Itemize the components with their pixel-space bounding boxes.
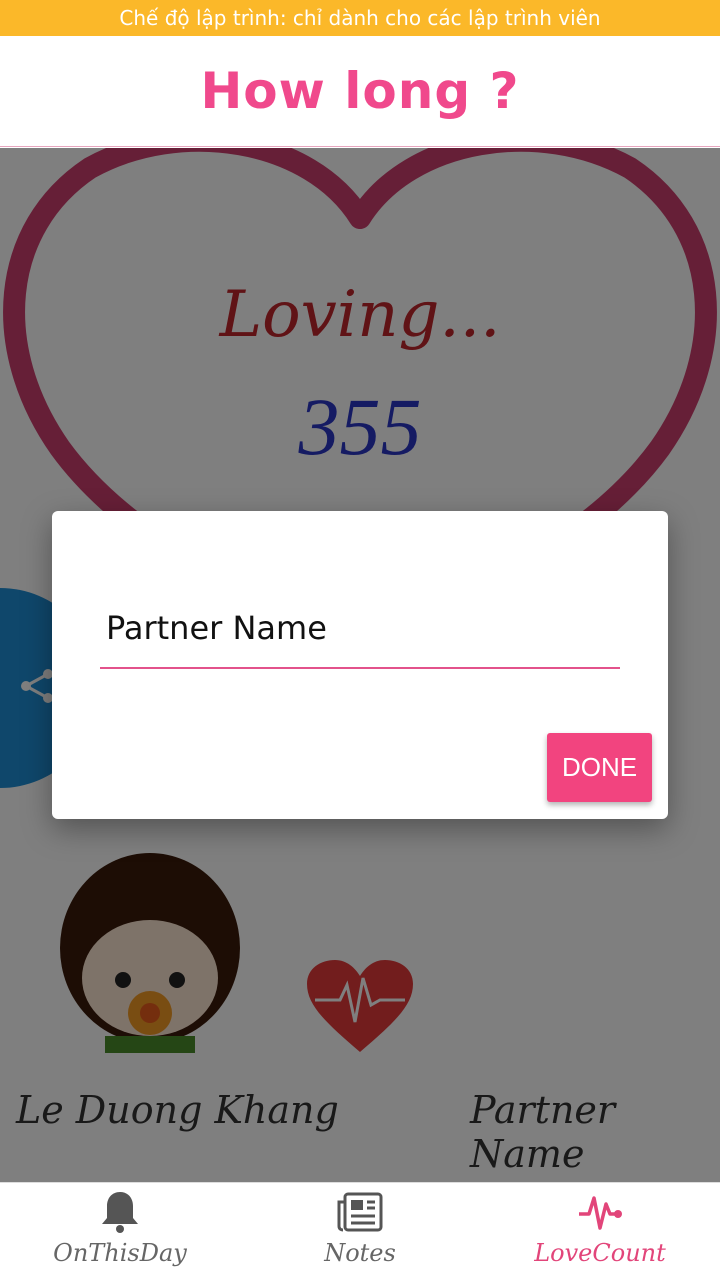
app-title: How long ? [200, 62, 520, 120]
done-button[interactable]: DONE [547, 733, 652, 802]
nav-item-onthisday[interactable]: OnThisDay [0, 1183, 240, 1280]
bell-icon [100, 1189, 140, 1235]
partner-name-dialog: DONE [52, 511, 668, 819]
nav-label-onthisday: OnThisDay [53, 1239, 187, 1267]
nav-item-notes[interactable]: Notes [240, 1183, 480, 1280]
heartbeat-icon [577, 1189, 623, 1235]
nav-label-notes: Notes [324, 1239, 396, 1267]
nav-label-lovecount: LoveCount [534, 1239, 666, 1267]
bottom-navigation: OnThisDay Notes LoveCount [0, 1182, 720, 1280]
partner-name-input[interactable] [100, 589, 620, 669]
developer-mode-banner: Chế độ lập trình: chỉ dành cho các lập t… [0, 0, 720, 36]
newspaper-icon [337, 1189, 383, 1235]
app-header: How long ? [0, 36, 720, 147]
nav-item-lovecount[interactable]: LoveCount [480, 1183, 720, 1280]
